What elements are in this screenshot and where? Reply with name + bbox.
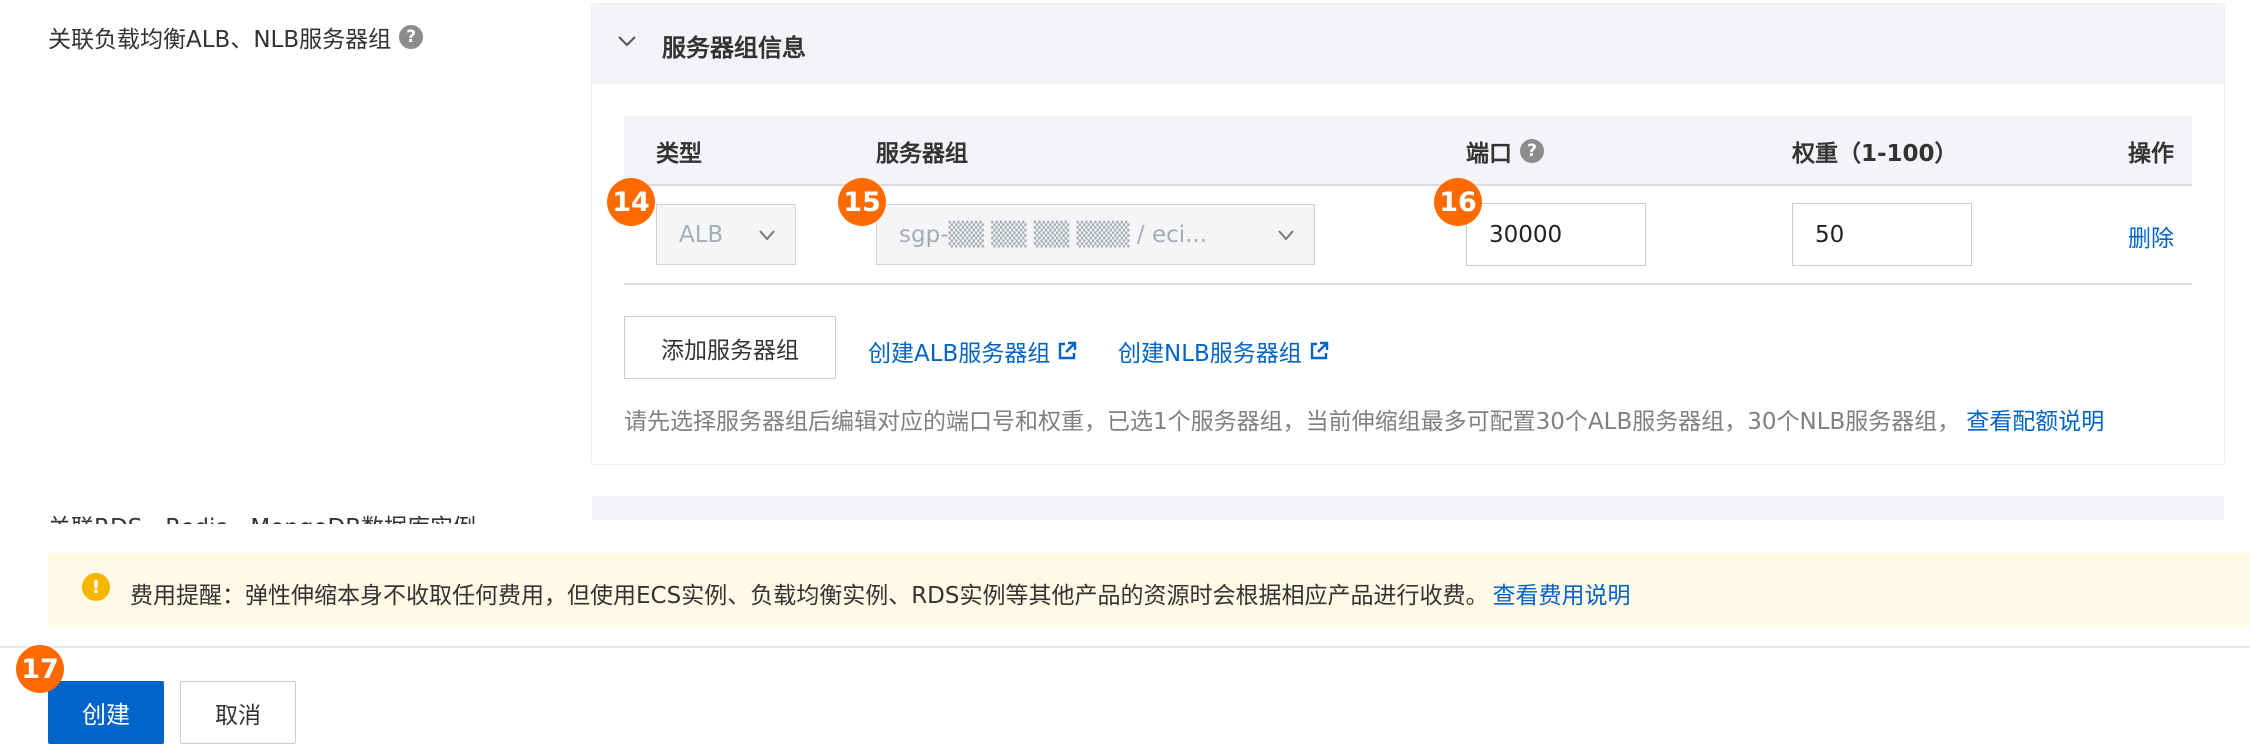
warning-icon: !	[82, 573, 110, 601]
server-group-select-value: sgp-▒▒ ▒▒ ▒▒ ▒▒▒ / eci...	[899, 221, 1208, 248]
column-header-type: 类型	[656, 141, 702, 167]
create-alb-server-group-link[interactable]: 创建ALB服务器组	[868, 334, 1078, 368]
create-button[interactable]: 创建	[48, 681, 164, 744]
step-badge: 15	[838, 178, 886, 226]
panel-header[interactable]	[592, 4, 2224, 84]
column-header-action: 操作	[2128, 141, 2174, 167]
step-badge: 17	[16, 645, 64, 693]
field-label-load-balancer: 关联负载均衡ALB、NLB服务器组 ?	[48, 20, 424, 54]
panel-title: 服务器组信息	[662, 34, 806, 62]
field-label-database: 关联RDS、Redis、MongoDB数据库实例	[48, 508, 476, 524]
column-header-port: 端口 ?	[1466, 134, 1544, 168]
fee-notice: 费用提醒：弹性伸缩本身不收取任何费用，但使用ECS实例、负载均衡实例、RDS实例…	[130, 576, 1630, 610]
row-divider	[624, 283, 2192, 285]
server-group-hint: 请先选择服务器组后编辑对应的端口号和权重，已选1个服务器组，当前伸缩组最多可配置…	[624, 402, 2104, 436]
chevron-down-icon[interactable]	[614, 28, 640, 54]
step-badge: 16	[1434, 178, 1482, 226]
hint-text: 请先选择服务器组后编辑对应的端口号和权重，已选1个服务器组，当前伸缩组最多可配置…	[624, 409, 1961, 435]
server-group-select[interactable]: sgp-▒▒ ▒▒ ▒▒ ▒▒▒ / eci...	[876, 204, 1315, 265]
create-nlb-server-group-link[interactable]: 创建NLB服务器组	[1118, 334, 1330, 368]
create-nlb-label: 创建NLB服务器组	[1118, 341, 1302, 367]
field-label-text: 关联负载均衡ALB、NLB服务器组	[48, 27, 392, 53]
view-fee-link[interactable]: 查看费用说明	[1492, 576, 1630, 610]
delete-link[interactable]: 删除	[2128, 219, 2174, 253]
step-badge: 14	[607, 178, 655, 226]
column-header-port-label: 端口	[1466, 141, 1512, 167]
chevron-down-icon	[759, 230, 775, 241]
type-select-value: ALB	[679, 221, 724, 248]
weight-input[interactable]	[1792, 203, 1972, 266]
add-server-group-button[interactable]: 添加服务器组	[624, 316, 836, 379]
database-panel-header	[592, 496, 2224, 520]
view-quota-link[interactable]: 查看配额说明	[1966, 402, 2104, 436]
type-select[interactable]: ALB	[656, 204, 796, 265]
chevron-down-icon	[1278, 230, 1294, 241]
question-mark-icon[interactable]: ?	[399, 25, 424, 49]
column-header-server-group: 服务器组	[876, 141, 968, 167]
external-link-icon	[1310, 341, 1329, 360]
cancel-button[interactable]: 取消	[180, 681, 296, 744]
external-link-icon	[1059, 341, 1077, 360]
port-input[interactable]	[1466, 203, 1646, 266]
create-alb-label: 创建ALB服务器组	[868, 341, 1051, 367]
footer-divider	[0, 646, 2250, 648]
column-header-weight: 权重（1-100）	[1792, 141, 1958, 167]
question-mark-icon[interactable]: ?	[1520, 139, 1544, 163]
fee-notice-text: 费用提醒：弹性伸缩本身不收取任何费用，但使用ECS实例、负载均衡实例、RDS实例…	[130, 583, 1489, 609]
